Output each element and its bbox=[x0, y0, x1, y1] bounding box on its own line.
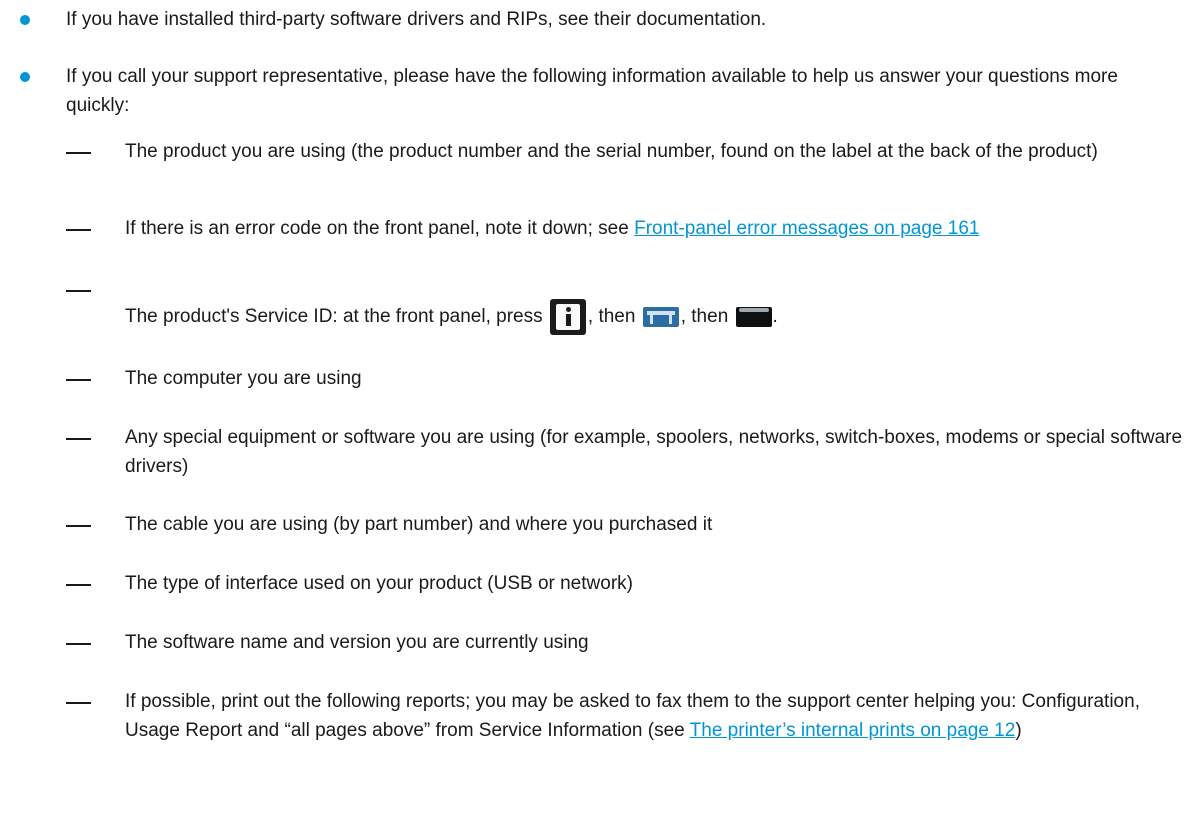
close-paren: ) bbox=[1015, 720, 1022, 741]
sub-item-product: The product you are using (the product n… bbox=[125, 141, 1098, 162]
document-page: If you have installed third-party softwa… bbox=[0, 0, 1198, 822]
bullet-item-support-call: If you call your support representative,… bbox=[66, 66, 1118, 116]
sub-item-computer: The computer you are using bbox=[125, 368, 362, 389]
bullet-dot bbox=[20, 72, 30, 82]
sub-item-reports: If possible, print out the following rep… bbox=[125, 687, 1184, 745]
sub-item-software: The software name and version you are cu… bbox=[125, 632, 589, 653]
end-punct: . bbox=[772, 306, 778, 327]
sub-item-equipment: Any special equipment or software you ar… bbox=[125, 427, 1183, 477]
info-icon bbox=[549, 298, 586, 335]
front-panel-errors-link[interactable]: Front-panel error messages on page 161 bbox=[634, 218, 979, 239]
dash-marker bbox=[66, 643, 91, 645]
dash-marker bbox=[66, 152, 91, 154]
dash-marker bbox=[66, 702, 91, 704]
printer-icon bbox=[642, 306, 679, 327]
bullet-item-third-party: If you have installed third-party softwa… bbox=[66, 9, 767, 30]
printer-device-icon bbox=[735, 306, 772, 327]
error-code-text: If there is an error code on the front p… bbox=[125, 218, 635, 239]
dash-marker bbox=[66, 525, 91, 527]
dash-marker bbox=[66, 584, 91, 586]
sub-item-error-code: If there is an error code on the front p… bbox=[125, 214, 1184, 243]
service-id-text: The product's Service ID: at the front p… bbox=[125, 306, 548, 327]
dash-marker bbox=[66, 379, 91, 381]
dash-marker bbox=[66, 438, 91, 440]
sub-item-cable: The cable you are using (by part number)… bbox=[125, 514, 713, 535]
bullet-dot bbox=[20, 15, 30, 25]
then-text: , then bbox=[587, 306, 641, 327]
sub-item-interface: The type of interface used on your produ… bbox=[125, 573, 633, 594]
internal-prints-link[interactable]: The printer’s internal prints on page 12 bbox=[690, 720, 1016, 741]
dash-marker bbox=[66, 290, 91, 292]
sub-item-service-id: The product's Service ID: at the front p… bbox=[125, 297, 1184, 337]
dash-marker bbox=[66, 229, 91, 231]
then-text: , then bbox=[680, 306, 734, 327]
